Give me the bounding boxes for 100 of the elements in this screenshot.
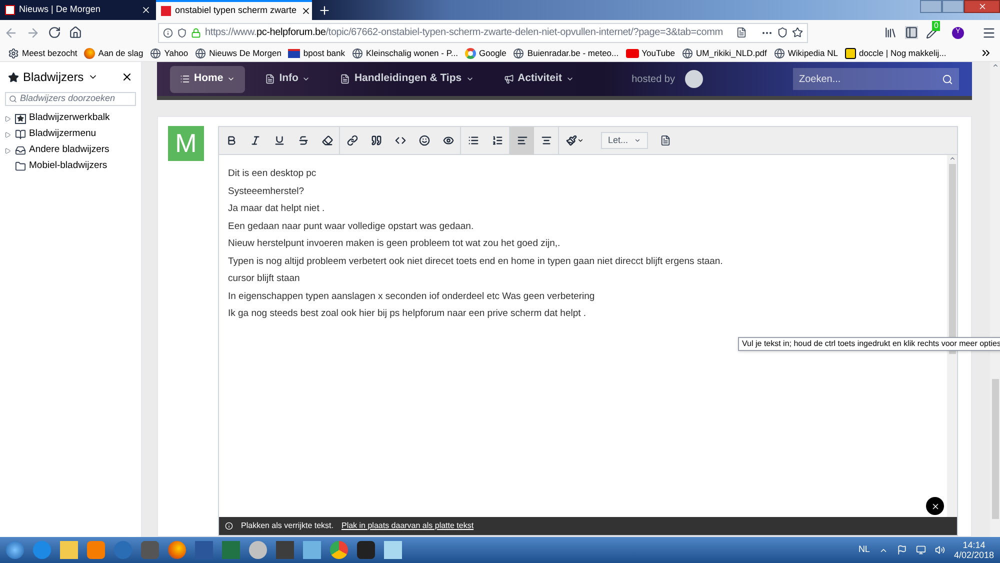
google-g-icon <box>465 48 476 58</box>
flag-icon[interactable] <box>896 545 907 555</box>
text-line: Ja maar dat helpt niet . <box>228 202 326 216</box>
scroll-up-icon[interactable] <box>948 155 956 162</box>
nav-menu-item[interactable]: Activiteit <box>494 66 584 92</box>
expand-triangle-icon[interactable] <box>5 116 11 122</box>
document-icon[interactable] <box>660 135 672 146</box>
site-icon <box>5 5 15 15</box>
globe-icon <box>195 48 206 58</box>
bookmark-folder[interactable]: Mobiel-bladwijzers <box>0 159 141 174</box>
expand-triangle-icon[interactable] <box>5 148 11 154</box>
bold-icon <box>226 135 236 146</box>
bookmark-item[interactable]: Meest bezocht <box>8 46 78 60</box>
user-avatar: M <box>168 126 204 161</box>
text-line: In eigenschappen typen aanslagen x seconden iof onderdeel etc Was geen verbetering <box>228 290 596 304</box>
bookmark-star-icon[interactable] <box>792 27 803 38</box>
eye-icon <box>442 135 454 146</box>
folder-icon <box>15 161 26 172</box>
reader-view-icon[interactable] <box>736 27 747 38</box>
caret-icon <box>566 75 574 83</box>
library-icon[interactable] <box>884 26 897 39</box>
scroll-up-icon[interactable] <box>992 62 998 69</box>
bookmark-item[interactable]: Aan de slag <box>84 46 144 60</box>
nav-menu-item[interactable]: Info <box>255 66 320 92</box>
info-icon <box>225 522 233 530</box>
doccle-icon <box>844 48 856 58</box>
bookmark-item[interactable]: UM_rikiki_NLD.pdf <box>682 46 767 60</box>
close-icon[interactable] <box>141 5 151 15</box>
padlock-icon <box>191 28 201 38</box>
nav-menu-item[interactable]: Handleidingen & Tips <box>330 66 484 92</box>
bookmark-folder[interactable]: Bladwijzerwerkbalk <box>0 111 141 126</box>
search-icon <box>942 74 953 84</box>
clock[interactable]: 14:14 4/02/2018 <box>954 540 994 560</box>
star-folder-icon <box>15 114 26 124</box>
info-icon <box>163 28 173 38</box>
browser-tab[interactable]: onstabiel typen scherm zwarte <box>156 0 312 20</box>
site-search-field[interactable]: Zoeken... <box>793 68 959 90</box>
document-icon <box>265 74 276 84</box>
globe-icon <box>682 48 694 58</box>
close-icon[interactable] <box>300 6 311 16</box>
link-icon <box>346 135 358 146</box>
host-logo-icon[interactable] <box>685 70 703 88</box>
bookmark-item[interactable]: Kleinschalig wonen - P... <box>352 46 458 60</box>
tab-title: Nieuws | De Morgen <box>19 3 102 16</box>
font-dropdown[interactable]: Let... <box>601 132 648 149</box>
language-indicator[interactable]: NL <box>858 543 870 557</box>
browser-icon[interactable] <box>330 541 348 559</box>
start-button[interactable] <box>6 541 24 559</box>
bookmark-item[interactable]: YouTube <box>626 46 676 60</box>
bookmark-item[interactable]: Yahoo <box>150 46 188 60</box>
bookmark-item[interactable]: Buienradar.be - meteo... <box>513 46 619 60</box>
star-icon <box>8 72 19 82</box>
text-line: Systeeemherstel? <box>228 184 306 198</box>
sidebar-search-field[interactable]: Bladwijzers doorzoeken <box>5 92 136 106</box>
bookmark-item[interactable]: doccle | Nog makkelij... <box>844 46 946 60</box>
menu-icon[interactable] <box>982 26 996 40</box>
site-icon <box>161 6 171 16</box>
clock-time: 14:14 <box>962 540 986 550</box>
caret-icon <box>466 75 474 83</box>
close-button[interactable] <box>964 0 1000 13</box>
megaphone-icon <box>504 74 514 84</box>
browser-tab[interactable]: Nieuws | De Morgen <box>0 0 156 20</box>
numbered-list-icon <box>492 135 502 146</box>
sidebar-toggle-icon[interactable] <box>905 26 918 39</box>
text-line: Ik ga nog steeds best zoal ook hier bij ps helpforum naar een prive scherm dat helpt . <box>228 307 588 321</box>
bank-icon <box>288 48 300 58</box>
bookmark-item[interactable]: Nieuws De Morgen <box>195 46 282 60</box>
globe-icon <box>774 48 785 58</box>
bookmark-folder[interactable]: Bladwijzermenu <box>0 127 141 142</box>
tool-icon[interactable] <box>249 541 267 559</box>
close-icon <box>978 2 986 11</box>
bookmark-item[interactable]: Wikipedia NL <box>774 46 838 60</box>
brush-icon <box>566 135 577 146</box>
bookmark-item[interactable]: Google <box>465 46 506 60</box>
volume-icon[interactable] <box>934 545 945 555</box>
bookmark-folder[interactable]: Andere bladwijzers <box>0 143 141 158</box>
browser-icon <box>84 48 96 58</box>
caret-icon <box>577 137 584 144</box>
network-icon[interactable] <box>916 545 926 555</box>
scrollbar-thumb[interactable] <box>992 379 998 519</box>
home-icon[interactable] <box>69 26 82 39</box>
browser-icon[interactable] <box>168 541 186 559</box>
search-icon <box>9 95 17 103</box>
eraser-icon <box>322 135 332 146</box>
align-left-button[interactable] <box>510 126 534 154</box>
caret-icon <box>227 75 236 83</box>
bookmark-item[interactable]: bpost bank <box>288 46 346 60</box>
expand-triangle-icon[interactable] <box>5 132 11 138</box>
nav-menu-item[interactable]: Home <box>170 66 246 92</box>
reload-icon[interactable] <box>48 26 61 39</box>
address-bar[interactable]: https://www.pc-helpforum.be/topic/67662-onstabiel-typen-scherm-zwarte-delen-niet-opvullen-internet/?page=3&tab=comm <box>158 22 808 42</box>
plain-text-link[interactable]: Plak in plaats daarvan als platte tekst <box>341 520 474 532</box>
new-tab-icon[interactable] <box>318 4 331 17</box>
shield-icon <box>177 28 187 38</box>
overflow-icon[interactable] <box>980 47 992 59</box>
document-icon <box>340 74 350 84</box>
code-icon <box>394 135 406 146</box>
close-icon[interactable] <box>121 71 133 83</box>
text-line: Typen is nog altijd probleem verbetert ook niet direcet toets end en home in typen gaan niet direcct blijft ergens staan. <box>228 254 724 268</box>
globe-icon <box>513 48 524 58</box>
